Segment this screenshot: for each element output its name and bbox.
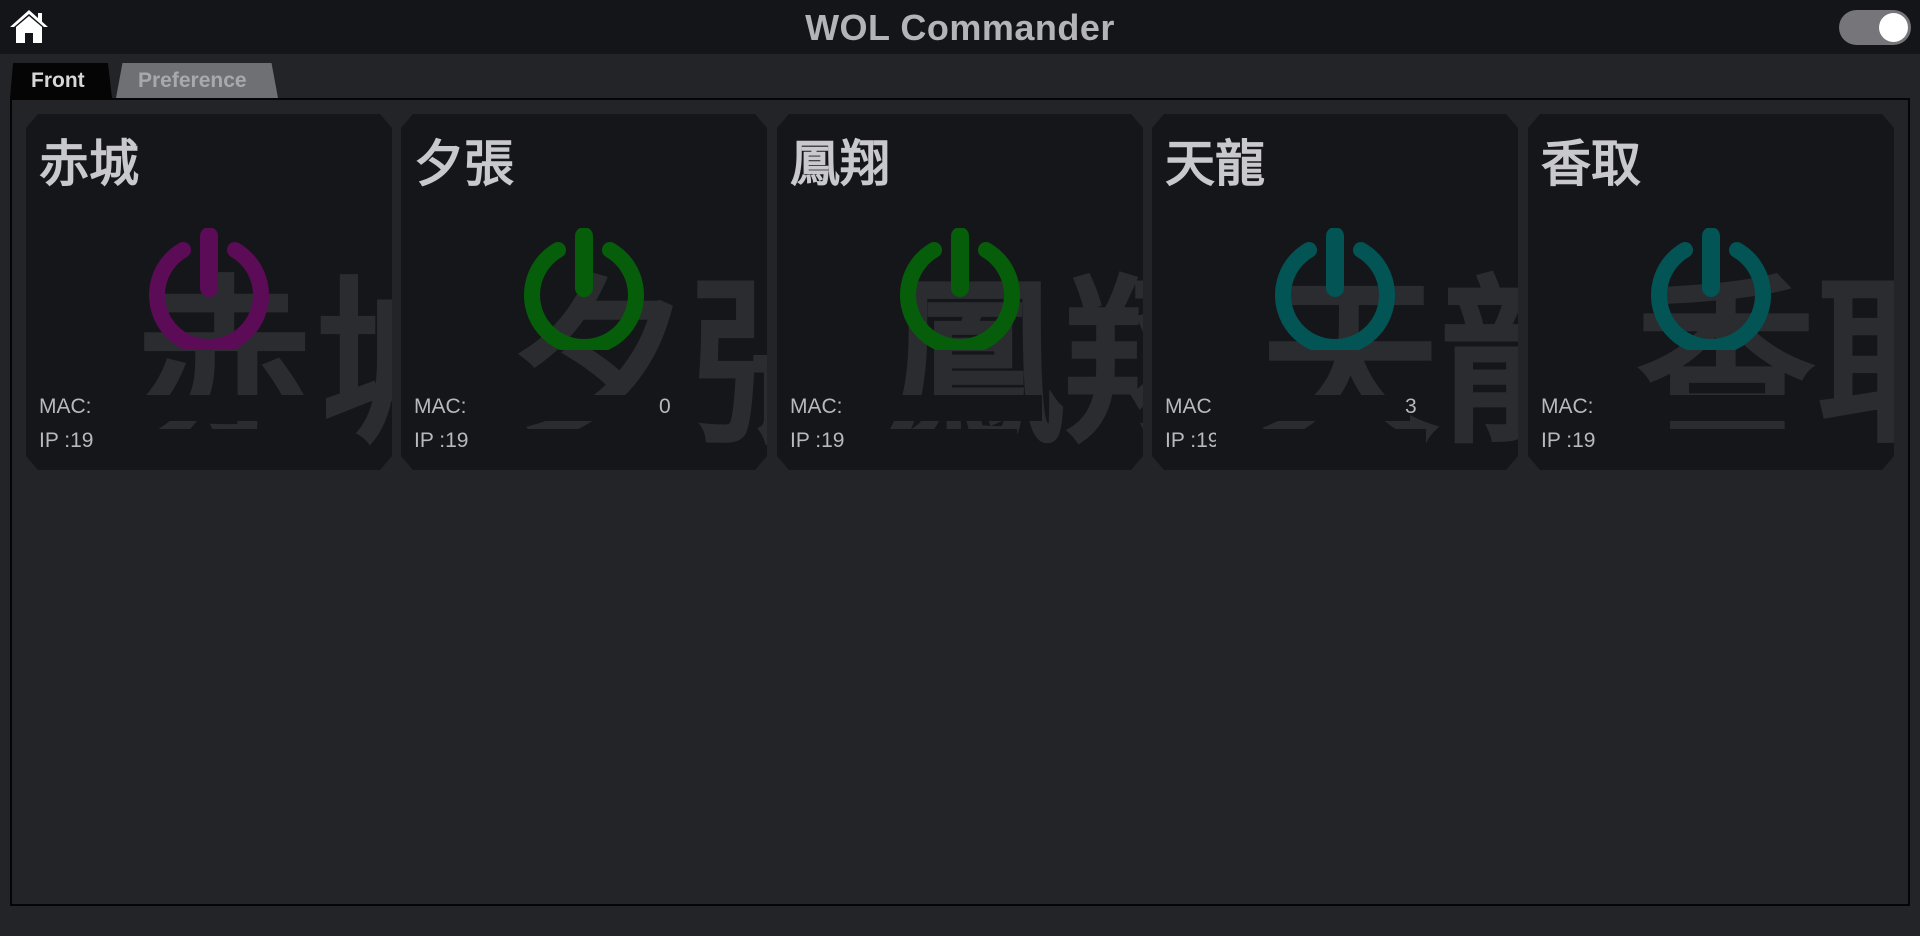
ip-address: IP :19 bbox=[414, 429, 469, 452]
device-name: 天龍 bbox=[1165, 134, 1265, 193]
power-icon bbox=[148, 228, 270, 350]
device-card[interactable]: 夕張 夕張 MAC: 0 IP :19 bbox=[401, 114, 767, 470]
ip-address: IP :19 bbox=[790, 429, 845, 452]
redaction-mask bbox=[1212, 395, 1410, 421]
redaction-mask bbox=[96, 395, 326, 421]
redaction-mask bbox=[98, 429, 298, 455]
device-name: 鳳翔 bbox=[790, 134, 890, 193]
device-card[interactable]: 香取 香取 MAC: IP :19 bbox=[1528, 114, 1894, 470]
app-header: WOL Commander bbox=[0, 0, 1920, 54]
power-icon bbox=[1274, 228, 1396, 350]
power-button[interactable] bbox=[899, 228, 1021, 350]
toggle-knob bbox=[1879, 13, 1908, 42]
redaction-mask bbox=[471, 395, 666, 421]
redaction-mask bbox=[1216, 429, 1426, 455]
tab-front[interactable]: Front bbox=[10, 63, 112, 98]
redaction-mask bbox=[1598, 395, 1813, 421]
redaction-mask bbox=[849, 429, 1017, 455]
mac-address-tail: 0 bbox=[659, 395, 671, 418]
device-name: 赤城 bbox=[39, 134, 139, 193]
mac-address: MAC: bbox=[1541, 395, 1594, 418]
device-card[interactable]: 鳳翔 鳳翔 MAC: IP :19 bbox=[777, 114, 1143, 470]
power-icon bbox=[523, 228, 645, 350]
power-icon bbox=[899, 228, 1021, 350]
app-title: WOL Commander bbox=[805, 7, 1115, 48]
power-button[interactable] bbox=[148, 228, 270, 350]
tab-preference[interactable]: Preference bbox=[116, 63, 278, 98]
theme-toggle[interactable] bbox=[1839, 10, 1911, 45]
ip-address: IP :19 bbox=[39, 429, 94, 452]
device-card[interactable]: 赤城 赤城 MAC: IP :19 bbox=[26, 114, 392, 470]
mac-address-tail: 3 bbox=[1405, 395, 1417, 418]
ip-address: IP :19 bbox=[1165, 429, 1220, 452]
device-name: 香取 bbox=[1541, 134, 1641, 193]
mac-address: MAC: bbox=[790, 395, 843, 418]
power-button[interactable] bbox=[1274, 228, 1396, 350]
power-button[interactable] bbox=[523, 228, 645, 350]
mac-address: MAC: bbox=[39, 395, 92, 418]
ip-address: IP :19 bbox=[1541, 429, 1596, 452]
redaction-mask bbox=[847, 395, 1042, 421]
power-button[interactable] bbox=[1650, 228, 1772, 350]
device-name: 夕張 bbox=[414, 134, 514, 193]
device-card[interactable]: 天龍 天龍 MAC 3 IP :19 bbox=[1152, 114, 1518, 470]
redaction-mask bbox=[1600, 429, 1800, 455]
mac-address: MAC bbox=[1165, 395, 1212, 418]
mac-address: MAC: bbox=[414, 395, 467, 418]
power-icon bbox=[1650, 228, 1772, 350]
redaction-mask bbox=[473, 429, 673, 455]
